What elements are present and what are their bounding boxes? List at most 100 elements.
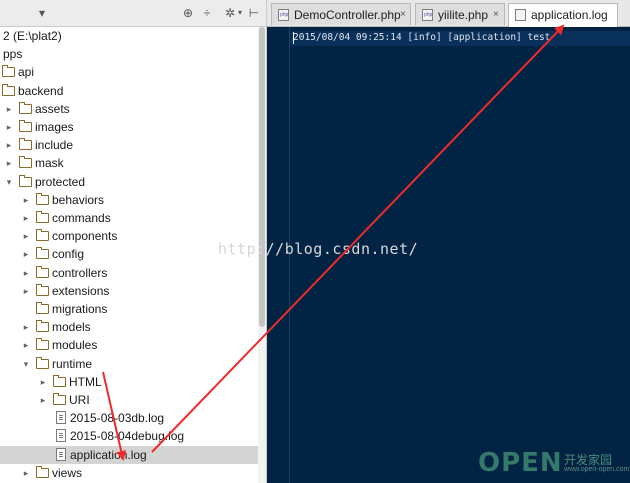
tree-file-item[interactable]: 2015-08-03db.log [0, 409, 258, 427]
tree-item-label: config [52, 247, 85, 262]
tree-item-label: mask [35, 156, 64, 171]
tree-file-item[interactable]: application.log [0, 445, 258, 464]
folder-icon [36, 302, 49, 314]
collapse-arrow-icon[interactable]: ▸ [21, 464, 31, 482]
tree-folder-item[interactable]: ▾ protected [0, 173, 258, 191]
log-file-icon [56, 447, 66, 461]
tab-democontroller[interactable]: DemoController.php × [271, 3, 411, 25]
scrollbar-thumb[interactable] [259, 27, 265, 327]
folder-icon [2, 65, 15, 78]
collapse-arrow-icon[interactable]: ▸ [21, 191, 31, 209]
tree-folder-item[interactable]: ▸ images [0, 118, 258, 136]
tree-folder-item[interactable]: ▸ extensions [0, 282, 258, 300]
tree-folder-item[interactable]: ▸ commands [0, 209, 258, 227]
tree-folder-item[interactable]: ▸ mask [0, 154, 258, 172]
collapse-arrow-icon[interactable]: ▸ [4, 100, 14, 118]
collapse-all-icon[interactable]: ÷ [199, 5, 215, 21]
tree-folder-item[interactable]: ▾backend [0, 82, 258, 100]
collapse-arrow-icon[interactable]: ▸ [4, 154, 14, 172]
panel-toolbar: ▾ ⊕ ÷ ✲ ▾ ⊢ [0, 0, 266, 27]
collapse-arrow-icon[interactable]: ▸ [21, 318, 31, 336]
tab-label: yiilite.php [438, 8, 489, 22]
folder-icon [36, 320, 49, 333]
folder-icon [36, 229, 49, 242]
brand-logo: OPEN 开发家园 www.open-open.com [478, 448, 629, 478]
text-file-icon [515, 9, 526, 21]
folder-icon [19, 120, 32, 132]
tree-folder-item[interactable]: ▸ assets [0, 100, 258, 118]
tree-item-label: runtime [52, 356, 93, 371]
tree-item-label: application.log [70, 447, 147, 462]
tree-item-label: HTML [69, 374, 102, 389]
tree-item-label: modules [52, 338, 98, 353]
folder-icon [36, 283, 49, 296]
tree-item-label: components [52, 229, 118, 244]
code-line[interactable]: 2015/08/04 09:25:14 [info] [application]… [293, 32, 550, 43]
tree-folder-item[interactable]: ▾ runtime [0, 355, 258, 373]
collapse-arrow-icon[interactable]: ▸ [21, 245, 31, 263]
editor-tab-bar: DemoController.php × yiilite.php × appli… [267, 0, 630, 27]
tree-folder-item[interactable]: 2 (E:\plat2) [0, 27, 258, 45]
collapse-arrow-icon[interactable]: ▸ [21, 264, 31, 282]
tree-folder-item[interactable]: ▸ HTML [0, 373, 258, 391]
collapse-arrow-icon[interactable]: ▸ [21, 227, 31, 245]
folder-icon [36, 211, 49, 223]
folder-icon [53, 393, 66, 405]
close-icon[interactable]: × [400, 4, 406, 26]
folder-icon [36, 465, 49, 478]
collapse-arrow-icon[interactable]: ▸ [38, 373, 48, 391]
tree-folder-item[interactable]: ▸ behaviors [0, 191, 258, 209]
folder-icon [36, 356, 49, 369]
tree-item-label: controllers [52, 265, 108, 280]
chevron-down-icon[interactable]: ▾ [34, 5, 50, 21]
folder-icon [19, 156, 32, 169]
folder-icon [53, 374, 66, 387]
log-file-icon [56, 429, 66, 443]
tree-item-label: backend [18, 83, 64, 98]
collapse-arrow-icon[interactable]: ▸ [38, 391, 48, 409]
target-icon[interactable]: ⊕ [180, 5, 196, 21]
tree-item-label: migrations [52, 302, 108, 316]
text-caret [293, 32, 294, 44]
expand-arrow-icon[interactable]: ▾ [4, 173, 14, 191]
folder-icon [19, 174, 32, 187]
tree-item-label: views [52, 465, 83, 480]
tree-file-item[interactable]: 2015-08-04debug.log [0, 427, 258, 445]
folder-icon [19, 138, 32, 151]
tree-folder-item[interactable]: ▸ modules [0, 336, 258, 354]
brand-url-text: www.open-open.com [564, 466, 630, 473]
tab-yiilite[interactable]: yiilite.php × [415, 3, 505, 25]
collapse-arrow-icon[interactable]: ▸ [4, 118, 14, 136]
folder-icon [36, 265, 49, 278]
tree-folder-item[interactable]: ▸ include [0, 136, 258, 154]
collapse-arrow-icon[interactable]: ▸ [21, 336, 31, 354]
tree-item-label: 2015-08-03db.log [70, 411, 165, 426]
close-icon[interactable]: × [493, 4, 499, 26]
collapse-arrow-icon[interactable]: ▸ [21, 209, 31, 227]
tree-item-label: assets [35, 101, 70, 116]
folder-icon [36, 338, 49, 351]
tree-item-label: api [18, 65, 35, 80]
tree-folder-item[interactable]: ▸api [0, 63, 258, 81]
folder-icon [36, 192, 49, 205]
tree-item-label: include [35, 138, 74, 153]
tab-application-log[interactable]: application.log [508, 3, 618, 27]
tree-item-label: behaviors [52, 192, 105, 207]
tree-item-label: 2015-08-04debug.log [70, 429, 185, 444]
brand-open-text: OPEN [478, 448, 563, 478]
tree-folder-item[interactable]: ▸ controllers [0, 264, 258, 282]
tree-folder-item[interactable]: ▸ models [0, 318, 258, 336]
watermark: http://blog.csdn.net/ [218, 240, 419, 258]
hide-panel-icon[interactable]: ⊢ [246, 5, 262, 21]
collapse-arrow-icon[interactable]: ▸ [21, 282, 31, 300]
tree-item-label: models [52, 320, 91, 335]
folder-icon [19, 101, 32, 114]
tree-folder-item[interactable]: ▸ views [0, 464, 258, 482]
tab-label: DemoController.php [294, 8, 401, 22]
expand-arrow-icon[interactable]: ▾ [21, 355, 31, 373]
tree-folder-item[interactable]: ▸ URI [0, 391, 258, 409]
tree-folder-item[interactable]: migrations [0, 300, 258, 318]
collapse-arrow-icon[interactable]: ▸ [4, 136, 14, 154]
tab-label: application.log [531, 8, 608, 22]
tree-folder-item[interactable]: pps [0, 45, 258, 63]
